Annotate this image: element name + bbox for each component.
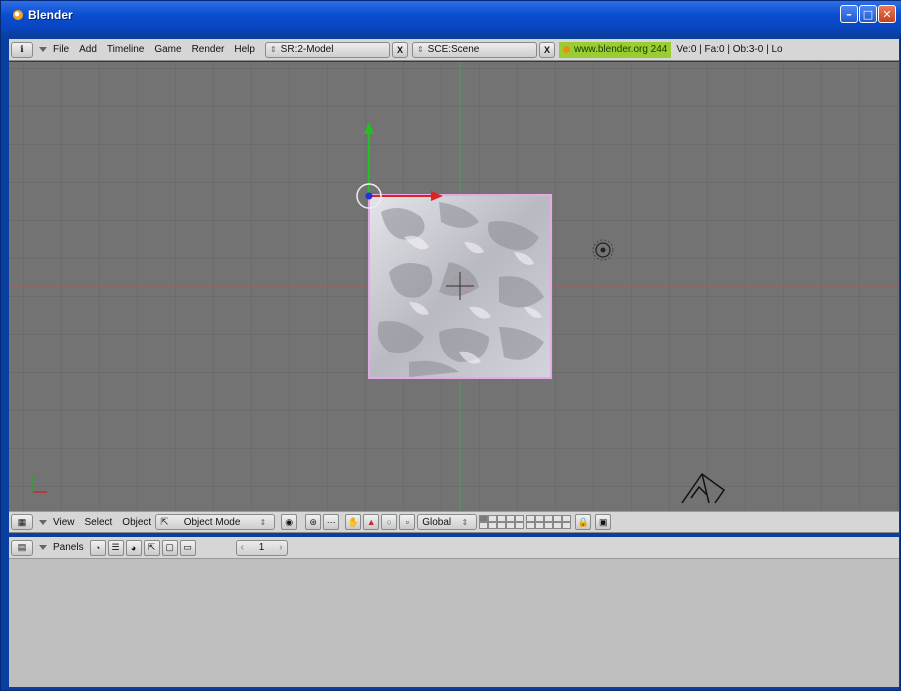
logic-context-icon[interactable]: ◔ — [89, 539, 106, 556]
delete-scene-button[interactable]: X — [538, 41, 555, 58]
buttons-window[interactable] — [9, 559, 899, 687]
layer-buttons-left[interactable] — [479, 515, 525, 529]
orientation-label: Global — [422, 516, 452, 528]
screen-name: SR:2-Model — [280, 44, 334, 55]
menu-game[interactable]: Game — [154, 44, 181, 55]
pivot-icon[interactable]: ⊛ — [305, 514, 322, 530]
header-collapse-icon[interactable] — [39, 545, 47, 550]
chevron-updown-icon: ⇕ — [269, 45, 277, 54]
menu-file[interactable]: File — [53, 44, 69, 55]
menu-help[interactable]: Help — [234, 44, 255, 55]
frame-value: 1 — [258, 542, 265, 553]
minimize-button[interactable]: – — [840, 5, 858, 23]
menu-add[interactable]: Add — [79, 44, 97, 55]
orientation-dropdown[interactable]: Global ⇕ — [417, 514, 478, 530]
viewport-canvas[interactable] — [9, 62, 899, 511]
info-header: ℹ File Add Timeline Game Render Help ⇕ S… — [9, 39, 899, 61]
editing-context-icon[interactable]: ▢ — [161, 539, 178, 556]
delete-screen-button[interactable]: X — [391, 41, 408, 58]
header-collapse-icon[interactable] — [39, 47, 47, 52]
buttons-window-icon[interactable]: ▤ — [11, 539, 33, 556]
shading-context-icon[interactable]: ◕ — [125, 539, 142, 556]
chevron-left-icon[interactable]: ‹ — [241, 542, 244, 553]
3d-view-icon[interactable]: ▦ — [11, 514, 33, 530]
chevron-updown-icon: ⇕ — [461, 517, 469, 527]
render-preview-icon[interactable]: ▣ — [595, 514, 612, 530]
rotate-manipulator-icon[interactable]: ○ — [381, 514, 398, 530]
chevron-right-icon[interactable]: › — [279, 542, 282, 553]
scale-manipulator-icon[interactable]: ▫ — [399, 514, 416, 530]
menu-object[interactable]: Object — [122, 517, 151, 528]
hand-icon[interactable]: ✋ — [345, 514, 362, 530]
layer-buttons-right[interactable] — [526, 515, 572, 529]
blender-url-badge[interactable]: www.blender.org 244 — [558, 41, 672, 58]
scene-field[interactable]: ⇕ SCE:Scene — [411, 41, 537, 58]
menu-view[interactable]: View — [53, 517, 75, 528]
blender-logo-icon — [562, 46, 570, 53]
close-button[interactable]: ✕ — [878, 5, 896, 23]
scene-name: SCE:Scene — [427, 44, 480, 55]
menu-timeline[interactable]: Timeline — [107, 44, 144, 55]
chevron-updown-icon: ⇕ — [416, 45, 424, 54]
object-mode-icon: ⇱ — [160, 516, 169, 528]
blender-window: Blender – □ ✕ ℹ File Add Timeline Game R… — [0, 0, 901, 691]
title-bar[interactable]: Blender – □ ✕ — [1, 1, 901, 35]
scene-stats: Ve:0 | Fa:0 | Ob:3-0 | Lo — [676, 44, 783, 55]
3d-view-header: ▦ View Select Object ⇱ Object Mode ⇕ ◉ ⊛… — [9, 511, 899, 533]
screen-field[interactable]: ⇕ SR:2-Model — [264, 41, 390, 58]
translate-manipulator-icon[interactable]: ▲ — [363, 514, 380, 530]
frame-number-field[interactable]: ‹ 1 › — [235, 539, 288, 556]
draw-type-icon[interactable]: ◉ — [281, 514, 298, 530]
window-title: Blender — [28, 8, 73, 22]
url-text: www.blender.org 244 — [573, 44, 668, 55]
snap-icon[interactable]: ⋯ — [323, 514, 340, 530]
mode-label: Object Mode — [183, 516, 241, 528]
blender-logo-icon — [13, 10, 23, 20]
3d-viewport[interactable] — [9, 62, 899, 511]
buttons-window-header: ▤ Panels ◔ ☰ ◕ ⇱ ▢ ▭ ‹ 1 › — [9, 537, 899, 559]
menu-select[interactable]: Select — [85, 517, 113, 528]
lock-icon[interactable]: 🔒 — [575, 514, 592, 530]
object-context-icon[interactable]: ⇱ — [143, 539, 160, 556]
script-context-icon[interactable]: ☰ — [107, 539, 124, 556]
chevron-updown-icon: ⇕ — [259, 517, 267, 527]
scene-context-icon[interactable]: ▭ — [179, 539, 196, 556]
info-icon[interactable]: ℹ — [11, 41, 33, 58]
header-collapse-icon[interactable] — [39, 519, 47, 525]
mode-dropdown[interactable]: ⇱ Object Mode ⇕ — [155, 514, 276, 530]
panels-menu[interactable]: Panels — [53, 542, 84, 553]
maximize-button[interactable]: □ — [859, 5, 877, 23]
menu-render[interactable]: Render — [192, 44, 225, 55]
